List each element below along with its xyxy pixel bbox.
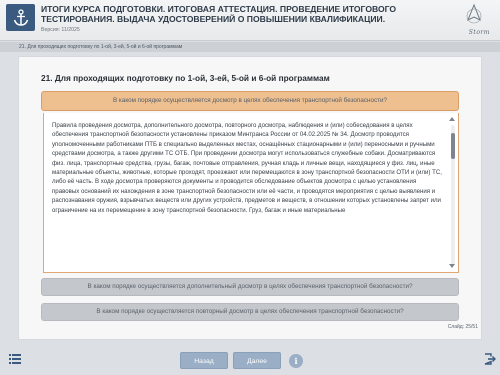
version-label: Версия: 11/2025 (41, 27, 80, 33)
accordion-item-open[interactable]: В каком порядке осуществляется досмотр в… (41, 91, 459, 111)
anchor-logo-icon (6, 4, 35, 31)
brand-name: Storm (468, 29, 490, 36)
info-icon[interactable]: i (289, 354, 303, 368)
breadcrumb: 21. Для проходящих подготовку по 1-ой, 3… (0, 42, 500, 52)
course-title: ИТОГИ КУРСА ПОДГОТОВКИ. ИТОГОВАЯ АТТЕСТА… (41, 4, 397, 24)
breadcrumb-text: 21. Для проходящих подготовку по 1-ой, 3… (19, 44, 183, 50)
scrollbar[interactable] (451, 125, 455, 265)
back-button[interactable]: Назад (180, 352, 228, 369)
content-panel: 21. Для проходящих подготовку по 1-ой, 3… (18, 56, 482, 340)
accordion-content[interactable]: Правила проведения досмотра, дополнитель… (43, 113, 459, 273)
scroll-down-arrow-icon[interactable] (449, 264, 455, 268)
scroll-up-arrow-icon[interactable] (449, 117, 455, 121)
slide-counter: Слайд: 25/51 (447, 324, 478, 330)
accordion-item-repeat-inspection[interactable]: В каком порядке осуществляется повторный… (41, 303, 459, 321)
next-button[interactable]: Далее (233, 352, 281, 369)
menu-icon[interactable] (9, 354, 21, 364)
header: ИТОГИ КУРСА ПОДГОТОВКИ. ИТОГОВАЯ АТТЕСТА… (0, 0, 500, 41)
exit-icon[interactable] (484, 353, 496, 365)
scrollbar-thumb[interactable] (451, 133, 455, 159)
accordion-item-additional-inspection[interactable]: В каком порядке осуществляется дополните… (41, 278, 459, 296)
question-title: 21. Для проходящих подготовку по 1-ой, 3… (41, 73, 330, 83)
accordion-text: Правила проведения досмотра, дополнитель… (52, 122, 442, 214)
